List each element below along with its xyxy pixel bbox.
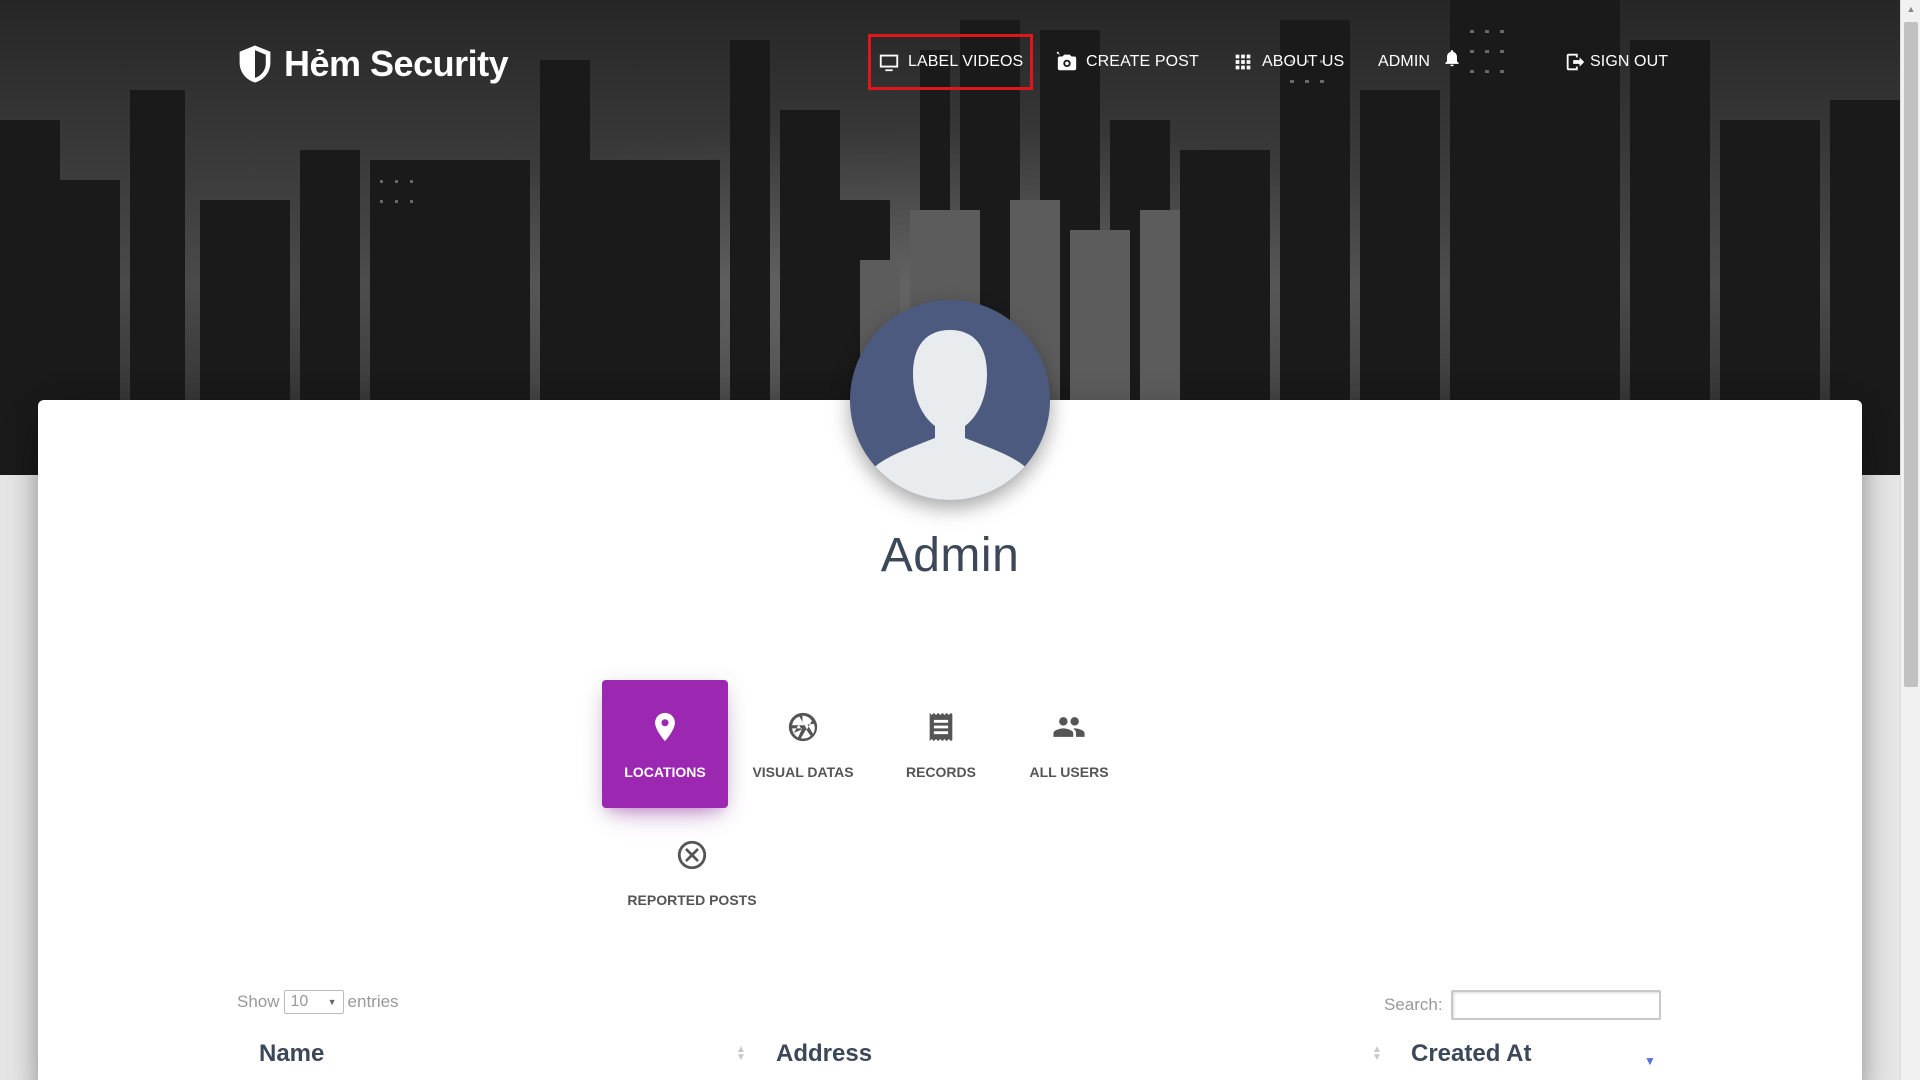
tab-reported-posts[interactable]: REPORTED POSTS xyxy=(612,808,772,936)
entries-select[interactable]: 10 ▼ xyxy=(283,990,344,1014)
search-label: Search: xyxy=(1384,995,1443,1014)
nav-sign-out[interactable]: SIGN OUT xyxy=(1564,44,1668,80)
nav-admin-label: ADMIN xyxy=(1378,53,1431,70)
column-header-address[interactable]: Address xyxy=(776,1040,872,1068)
page-scrollbar[interactable]: ▲ xyxy=(1900,0,1920,1080)
avatar xyxy=(850,300,1050,500)
location-pin-icon xyxy=(655,712,675,742)
scrollbar-thumb[interactable] xyxy=(1904,22,1918,687)
users-icon xyxy=(1053,717,1085,737)
search-input[interactable] xyxy=(1450,990,1661,1020)
tab-reported-posts-label: REPORTED POSTS xyxy=(627,892,757,908)
tab-records-label: RECORDS xyxy=(905,764,976,780)
notifications-button[interactable] xyxy=(1442,40,1462,76)
nav-about-us-label: ABOUT US xyxy=(1262,53,1345,70)
default-user-icon xyxy=(870,330,1030,500)
sort-icon[interactable]: ▲ ▼ xyxy=(736,1045,746,1063)
column-header-created-at[interactable]: Created At xyxy=(1411,1040,1531,1068)
camera-aperture-icon xyxy=(788,712,818,742)
cancel-circle-icon xyxy=(677,840,707,870)
sort-descending-icon[interactable]: ▼ xyxy=(1644,1054,1656,1068)
receipt-icon xyxy=(929,712,953,742)
entries-select-value: 10 xyxy=(290,993,309,1010)
show-entries-control: Show 10 ▼ entries xyxy=(237,990,399,1014)
nav-create-post-label: CREATE POST xyxy=(1086,53,1199,70)
apps-icon xyxy=(1235,54,1251,70)
exit-icon xyxy=(1566,53,1585,71)
bell-icon xyxy=(1445,50,1459,67)
tab-visual-datas-label: VISUAL DATAS xyxy=(752,764,854,780)
profile-name: Admin xyxy=(880,529,1020,582)
nav-sign-out-label: SIGN OUT xyxy=(1590,53,1669,70)
tab-locations-label: LOCATIONS xyxy=(624,764,706,780)
add-a-photo-icon xyxy=(1056,51,1077,71)
show-label: Show xyxy=(237,992,280,1011)
tab-all-users-label: ALL USERS xyxy=(1029,764,1109,780)
tab-all-users[interactable]: ALL USERS xyxy=(1006,680,1132,808)
entries-label: entries xyxy=(347,992,399,1011)
tab-records[interactable]: RECORDS xyxy=(878,680,1004,808)
column-header-name[interactable]: Name xyxy=(259,1040,324,1068)
sort-icon[interactable]: ▲ ▼ xyxy=(1372,1045,1382,1063)
nav-admin[interactable]: ADMIN xyxy=(1378,44,1430,80)
nav-about-us[interactable]: ABOUT US xyxy=(1232,44,1344,80)
chevron-down-icon: ▼ xyxy=(327,997,337,1007)
tab-locations[interactable]: LOCATIONS xyxy=(602,680,728,808)
table-search: Search: xyxy=(1384,990,1661,1020)
nav-create-post[interactable]: CREATE POST xyxy=(1056,44,1199,80)
highlight-box xyxy=(868,34,1033,90)
scroll-up-arrow-icon[interactable]: ▲ xyxy=(1901,0,1920,18)
tab-visual-datas[interactable]: VISUAL DATAS xyxy=(740,680,866,808)
